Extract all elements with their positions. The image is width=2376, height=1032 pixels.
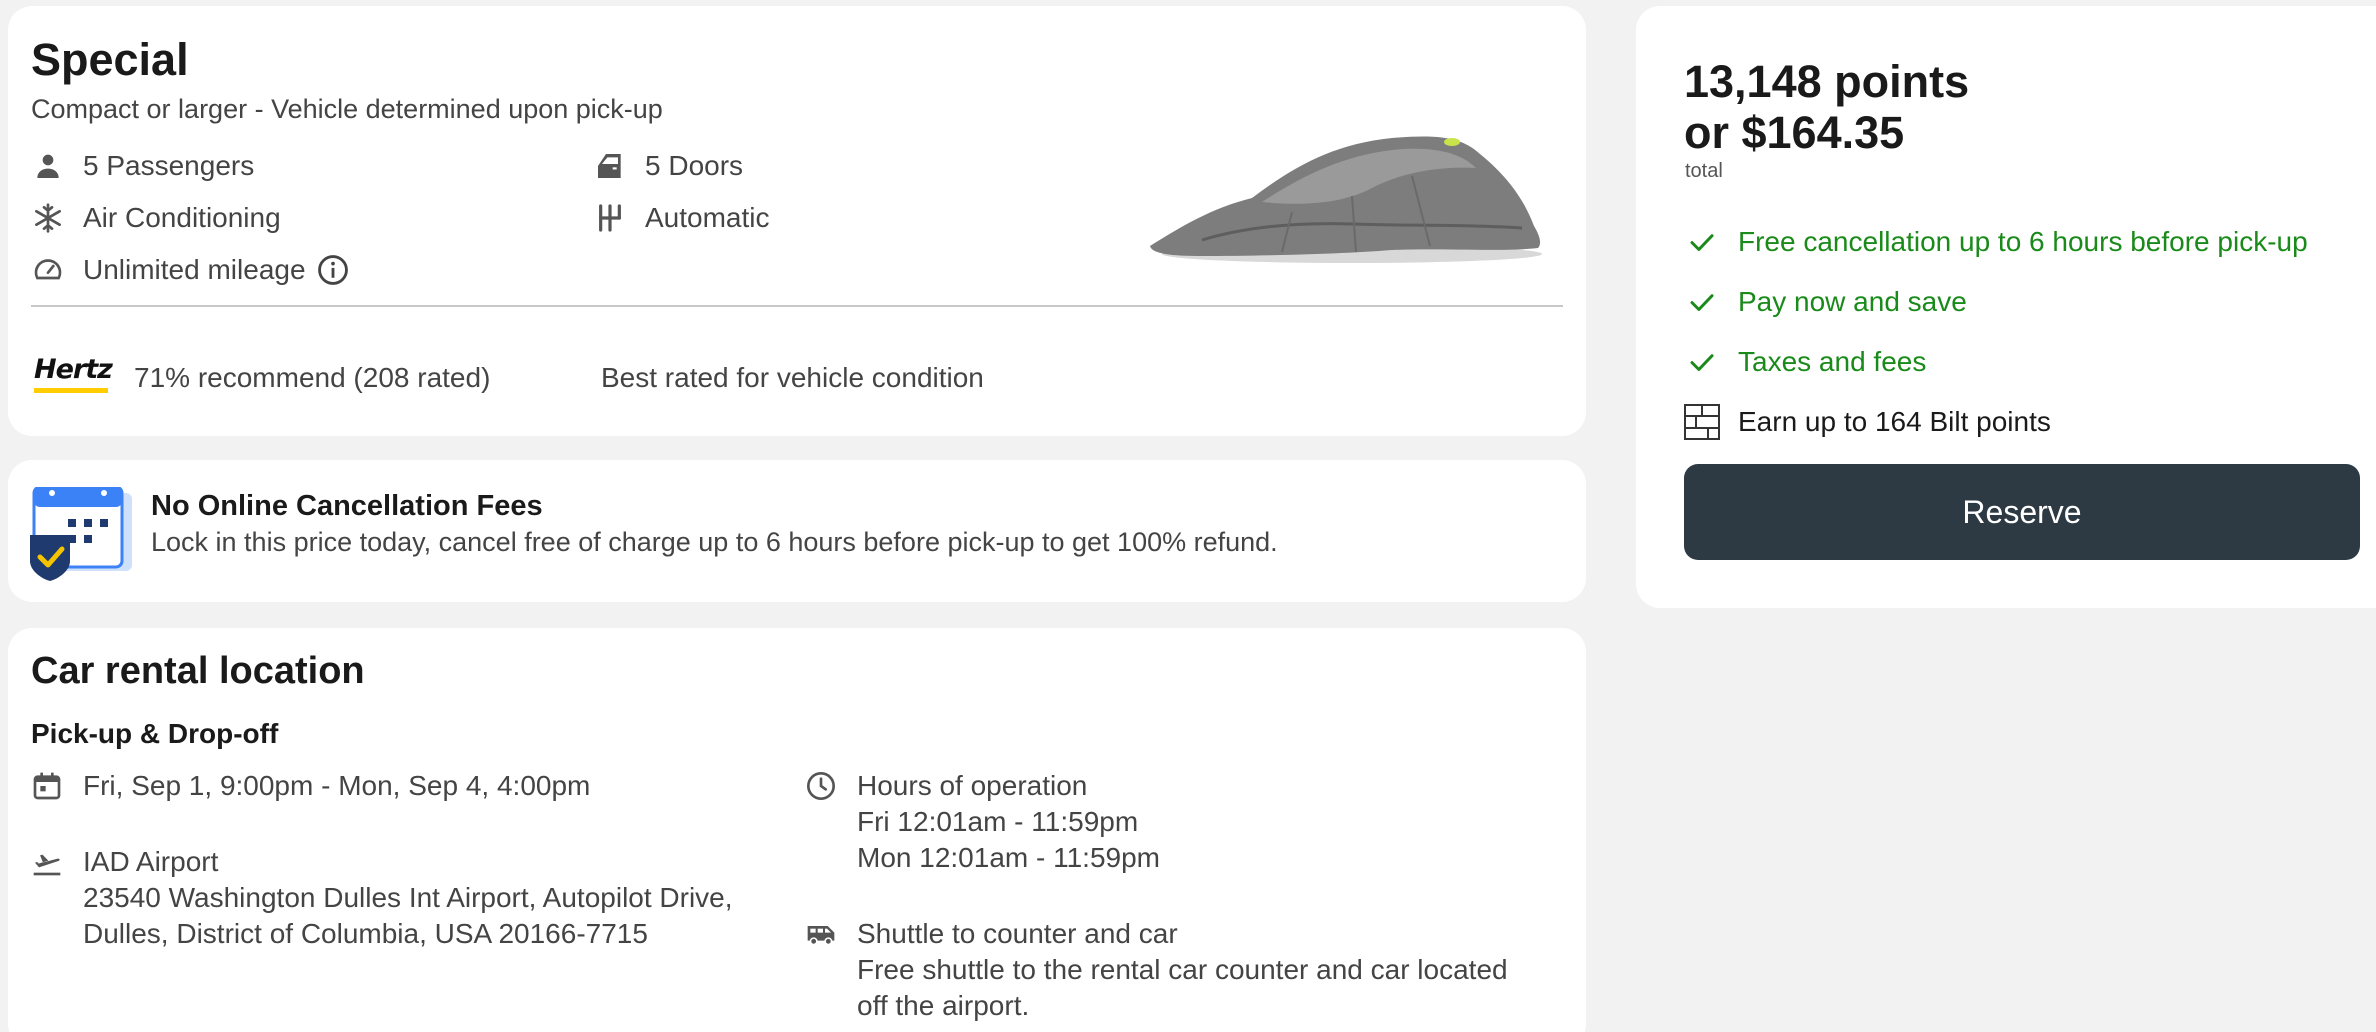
vehicle-title: Special — [31, 34, 189, 85]
price-points: 13,148 points — [1684, 56, 1970, 107]
price-cash: or $164.35 — [1684, 107, 1905, 158]
shuttle-info: Shuttle to counter and car Free shuttle … — [805, 916, 1508, 1024]
cancellation-card: No Online Cancellation Fees Lock in this… — [8, 460, 1586, 602]
doors-label: 5 Doors — [645, 150, 744, 181]
cancellation-title: No Online Cancellation Fees — [151, 490, 543, 522]
check-icon — [1684, 284, 1720, 320]
address-line-2: Dulles, District of Columbia, USA 20166-… — [83, 918, 648, 949]
perk-label: Free cancellation up to 6 hours before p… — [1738, 226, 2308, 257]
snowflake-icon — [31, 201, 65, 235]
feature-ac: Air Conditioning — [31, 198, 281, 238]
check-icon — [1684, 224, 1720, 260]
hertz-logo-bar — [34, 388, 108, 393]
feature-mileage: Unlimited mileage — [31, 250, 350, 290]
passengers-label: 5 Passengers — [83, 150, 255, 181]
reserve-button[interactable]: Reserve — [1684, 464, 2360, 560]
location-card: Car rental location Pick-up & Drop-off F… — [8, 628, 1586, 1032]
cancellation-description: Lock in this price today, cancel free of… — [151, 527, 1278, 557]
shuttle-line-2: off the airport. — [857, 990, 1030, 1021]
transmission-label: Automatic — [645, 202, 770, 233]
vehicle-subtitle: Compact or larger - Vehicle determined u… — [31, 94, 663, 124]
airplane-takeoff-icon — [31, 846, 65, 880]
shuttle-bus-icon — [805, 918, 839, 952]
perk-label: Pay now and save — [1738, 286, 1967, 317]
hours-monday: Mon 12:01am - 11:59pm — [857, 842, 1160, 873]
calendar-icon — [31, 770, 65, 804]
vehicle-card: Special Compact or larger - Vehicle dete… — [8, 6, 1586, 436]
hours-friday: Fri 12:01am - 11:59pm — [857, 806, 1139, 837]
hertz-logo: Hertz — [34, 354, 114, 396]
bilt-points-label: Earn up to 164 Bilt points — [1738, 406, 2051, 437]
perk-label: Taxes and fees — [1738, 346, 1927, 377]
address-line-1: 23540 Washington Dulles Int Airport, Aut… — [83, 882, 733, 913]
airport-name: IAD Airport — [83, 846, 219, 877]
location-title: Car rental location — [31, 650, 365, 692]
feature-passengers: 5 Passengers — [31, 146, 254, 186]
price-card: 13,148 points or $164.35 total Free canc… — [1636, 6, 2376, 608]
speedometer-icon — [31, 253, 65, 287]
hours-of-operation: Hours of operation Fri 12:01am - 11:59pm… — [805, 768, 1160, 876]
shuttle-title: Shuttle to counter and car — [857, 918, 1178, 949]
bilt-points: Earn up to 164 Bilt points — [1684, 402, 2051, 442]
pickup-location: IAD Airport 23540 Washington Dulles Int … — [31, 844, 733, 952]
feature-doors: 5 Doors — [593, 146, 743, 186]
rental-dates-text: Fri, Sep 1, 9:00pm - Mon, Sep 4, 4:00pm — [83, 770, 591, 801]
supplier-rating: 71% recommend (208 rated) — [134, 362, 491, 393]
info-icon[interactable] — [316, 253, 350, 287]
bilt-logo-icon — [1684, 404, 1720, 440]
perk-taxes-fees: Taxes and fees — [1684, 342, 1926, 382]
pickup-dropoff-heading: Pick-up & Drop-off — [31, 718, 279, 749]
best-rated-badge: Best rated for vehicle condition — [601, 362, 984, 393]
covered-car-image — [1150, 136, 1542, 263]
feature-transmission: Automatic — [593, 198, 770, 238]
clock-icon — [805, 770, 839, 804]
mileage-label: Unlimited mileage — [83, 254, 306, 285]
gear-shift-icon — [593, 201, 627, 235]
price-total-label: total — [1685, 160, 1723, 182]
perk-pay-now: Pay now and save — [1684, 282, 1967, 322]
check-icon — [1684, 344, 1720, 380]
ac-label: Air Conditioning — [83, 202, 281, 233]
car-door-icon — [593, 149, 627, 183]
hertz-logo-text: Hertz — [34, 354, 113, 385]
person-icon — [31, 149, 65, 183]
rental-dates: Fri, Sep 1, 9:00pm - Mon, Sep 4, 4:00pm — [31, 768, 590, 804]
perk-free-cancellation: Free cancellation up to 6 hours before p… — [1684, 222, 2308, 262]
hours-title: Hours of operation — [857, 770, 1088, 801]
shuttle-line-1: Free shuttle to the rental car counter a… — [857, 954, 1508, 985]
calendar-shield-icon — [30, 487, 132, 581]
section-divider — [31, 305, 1563, 307]
